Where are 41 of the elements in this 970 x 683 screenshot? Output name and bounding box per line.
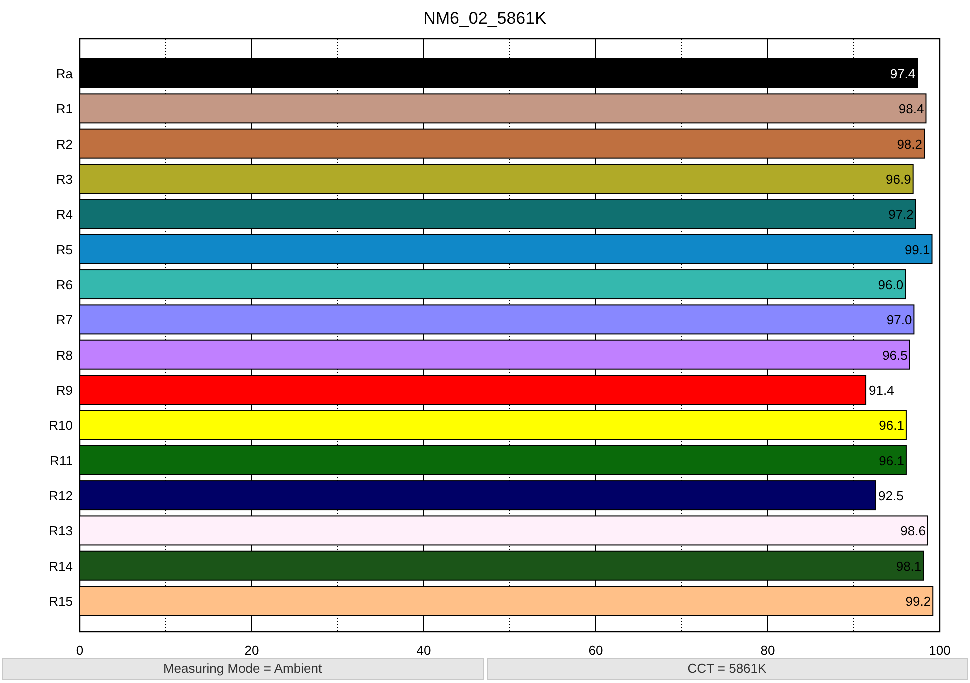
value-label: 98.6 [900, 524, 926, 539]
category-label: R12 [49, 488, 73, 504]
value-label: 96.1 [879, 453, 904, 468]
category-label: R7 [56, 312, 73, 328]
category-label: R14 [49, 558, 73, 574]
axis-tick-label: 80 [760, 643, 776, 658]
chart-title: NM6_02_5861K [424, 9, 546, 28]
value-label: 97.0 [886, 312, 912, 328]
category-label: R3 [56, 172, 73, 187]
value-label: 99.2 [906, 594, 932, 610]
category-label: R1 [56, 102, 73, 117]
axis-tick-label: 60 [588, 643, 604, 658]
value-label: 99.1 [904, 242, 930, 258]
category-label: R13 [49, 524, 73, 539]
category-label: R10 [49, 418, 73, 434]
axis-tick-label: 100 [929, 643, 951, 658]
category-label: R2 [56, 136, 73, 152]
category-label: R11 [50, 453, 73, 468]
value-label: 92.5 [878, 488, 904, 504]
value-label: 98.1 [896, 558, 922, 574]
value-label: 96.5 [882, 348, 908, 363]
value-label: 96.1 [879, 418, 904, 434]
value-label: 97.4 [890, 66, 916, 82]
value-label: 97.2 [888, 207, 914, 222]
category-label: R8 [56, 348, 73, 363]
value-label: 98.2 [897, 136, 923, 152]
value-label: 98.4 [898, 102, 924, 117]
category-label: R9 [56, 383, 73, 398]
status-field: CCT = 5861K [486, 658, 968, 680]
axis-tick-label: 20 [244, 643, 260, 658]
value-label: 91.4 [869, 383, 894, 398]
status-field: Measuring Mode = Ambient [2, 658, 484, 680]
category-label: R4 [56, 207, 73, 222]
axis-tick-label: 40 [416, 643, 432, 658]
category-label: Ra [56, 66, 73, 82]
category-label: R5 [56, 242, 73, 258]
category-label: R6 [56, 278, 73, 293]
axis-tick-label: 0 [76, 643, 84, 658]
value-label: 96.9 [886, 172, 912, 187]
value-label: 96.0 [878, 278, 904, 293]
category-label: R15 [49, 594, 73, 610]
